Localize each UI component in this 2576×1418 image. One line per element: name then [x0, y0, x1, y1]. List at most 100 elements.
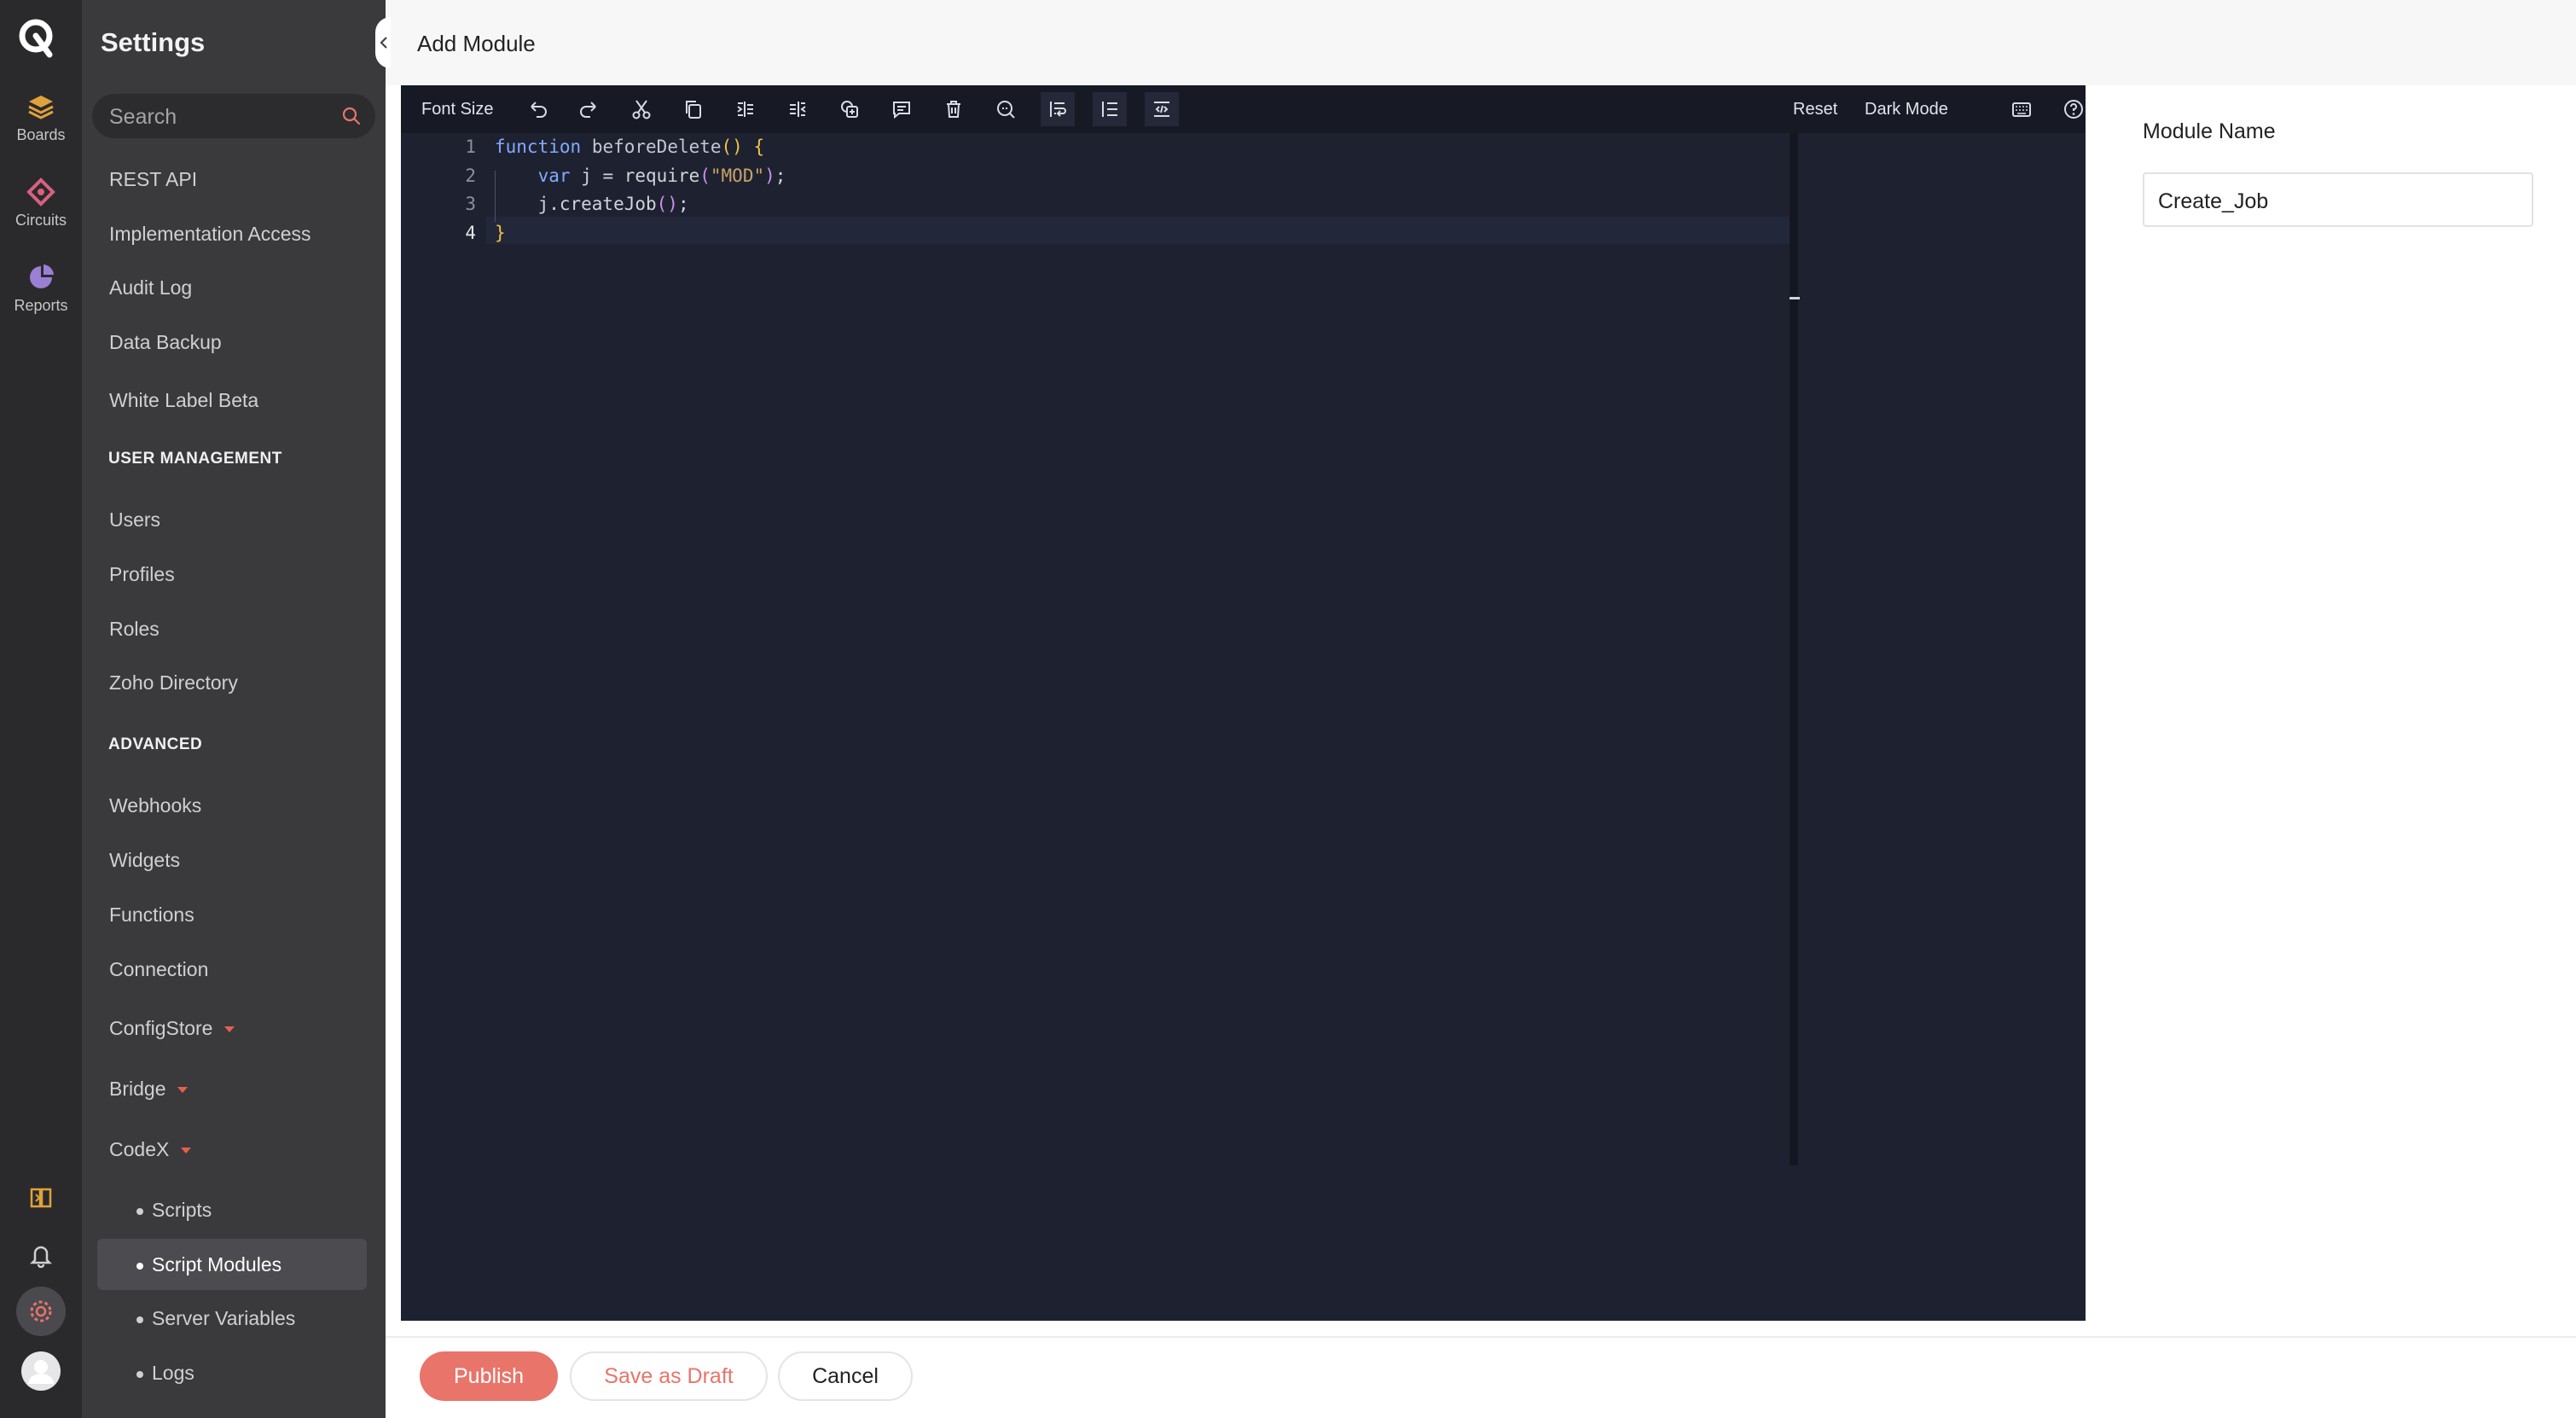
code-fold-icon[interactable]	[1145, 92, 1179, 126]
user-avatar[interactable]	[0, 1351, 82, 1391]
undo-icon[interactable]	[520, 92, 554, 126]
logs-label: Logs	[152, 1362, 194, 1384]
section-advanced: ADVANCED	[108, 735, 203, 753]
bullet-icon	[136, 1316, 143, 1323]
sidebar-item-implementation-access[interactable]: Implementation Access	[109, 223, 311, 246]
code-line-2: var j = require("MOD");	[537, 166, 786, 186]
module-name-label: Module Name	[2143, 119, 2276, 143]
reset-button[interactable]: Reset	[1793, 100, 1837, 119]
sidebar-item-bridge[interactable]: Bridge	[109, 1078, 189, 1101]
search-icon	[342, 107, 361, 125]
caret-down-icon	[224, 1026, 235, 1033]
sidebar-subitem-script-modules[interactable]: Script Modules	[136, 1253, 281, 1276]
sidebar-item-audit-log[interactable]: Audit Log	[109, 276, 192, 299]
editor-scrollbar[interactable]	[1790, 133, 1798, 1165]
delete-icon[interactable]	[937, 92, 971, 126]
line-numbers-icon[interactable]	[1093, 92, 1127, 126]
indent-icon[interactable]	[728, 92, 763, 126]
sidebar-subitem-scripts[interactable]: Scripts	[136, 1199, 212, 1222]
server-variables-label: Server Variables	[152, 1307, 296, 1329]
circuits-icon	[26, 177, 55, 206]
bullet-icon	[136, 1262, 143, 1270]
rail-item-reports[interactable]: Reports	[0, 263, 82, 315]
rail-item-circuits[interactable]: Circuits	[0, 177, 82, 230]
rail-label-circuits: Circuits	[15, 212, 67, 229]
sidebar-item-data-backup[interactable]: Data Backup	[109, 331, 222, 354]
app-logo-icon[interactable]	[15, 17, 60, 61]
module-name-field[interactable]: Create_Job	[2143, 172, 2533, 227]
section-user-management: USER MANAGEMENT	[108, 450, 282, 468]
page-title: Add Module	[417, 31, 536, 56]
copy-icon[interactable]	[676, 92, 711, 126]
scrollbar-cursor-marker	[1790, 297, 1800, 299]
line-number: 3	[465, 194, 476, 214]
caret-down-icon	[177, 1087, 189, 1094]
boards-icon	[28, 96, 54, 119]
rail-label-boards: Boards	[16, 126, 66, 143]
code-editor[interactable]: Font Size Reset Dark Mode 1 2 3 4 functi…	[401, 85, 2086, 1321]
sidebar-item-connection[interactable]: Connection	[109, 958, 208, 981]
caret-down-icon	[181, 1148, 192, 1154]
settings-sidebar: Settings Search REST API Implementation …	[82, 0, 386, 1418]
app-rail: Boards Circuits Reports	[0, 0, 82, 1418]
comment-icon[interactable]	[885, 92, 919, 126]
sidebar-item-configstore[interactable]: ConfigStore	[109, 1017, 235, 1040]
configstore-label: ConfigStore	[109, 1017, 213, 1039]
module-properties-panel	[2086, 85, 2576, 1333]
code-line-1: function beforeDelete() {	[495, 137, 765, 157]
line-number: 4	[465, 223, 476, 243]
sidebar-item-widgets[interactable]: Widgets	[109, 849, 180, 872]
top-bar	[386, 0, 2576, 85]
save-as-draft-button[interactable]: Save as Draft	[570, 1351, 768, 1401]
sidebar-subitem-server-variables[interactable]: Server Variables	[136, 1307, 295, 1330]
cancel-button[interactable]: Cancel	[778, 1351, 913, 1401]
bell-icon	[29, 1246, 53, 1268]
outdent-icon[interactable]	[780, 92, 815, 126]
editor-toolbar: Font Size Reset Dark Mode	[401, 85, 2086, 133]
cut-icon[interactable]	[624, 92, 659, 126]
sidebar-item-white-label[interactable]: White Label Beta	[109, 389, 258, 412]
current-line-highlight	[486, 217, 1791, 244]
code-area[interactable]: 1 2 3 4 function beforeDelete() { var j …	[401, 133, 2086, 1321]
scripts-label: Scripts	[152, 1199, 212, 1221]
code-line-3: j.createJob();	[495, 194, 689, 214]
collapse-sidebar-button[interactable]	[375, 17, 391, 68]
redo-icon[interactable]	[572, 92, 606, 126]
sidebar-subitem-logs[interactable]: Logs	[136, 1362, 194, 1385]
sidebar-item-profiles[interactable]: Profiles	[109, 563, 175, 586]
search-input[interactable]: Search	[92, 94, 375, 138]
script-modules-label: Script Modules	[152, 1253, 282, 1276]
codex-label: CodeX	[109, 1138, 170, 1160]
word-wrap-icon[interactable]	[1041, 92, 1075, 126]
chevron-left-icon	[380, 37, 387, 49]
sidebar-item-functions[interactable]: Functions	[109, 904, 194, 927]
code-line-4: }	[495, 223, 506, 243]
rail-label-reports: Reports	[14, 297, 68, 314]
reports-icon	[30, 264, 54, 288]
sidebar-title: Settings	[101, 27, 206, 57]
search-placeholder: Search	[109, 105, 177, 129]
bridge-label: Bridge	[109, 1078, 166, 1100]
bullet-icon	[136, 1207, 143, 1215]
line-number: 2	[465, 166, 476, 186]
book-icon	[30, 1188, 52, 1208]
line-number: 1	[465, 137, 476, 157]
publish-button[interactable]: Publish	[420, 1351, 558, 1401]
sidebar-item-roles[interactable]: Roles	[109, 618, 160, 641]
font-size-button[interactable]: Font Size	[421, 100, 493, 119]
rail-item-boards[interactable]: Boards	[0, 92, 82, 144]
sidebar-item-webhooks[interactable]: Webhooks	[109, 794, 201, 817]
find-replace-icon[interactable]	[989, 92, 1023, 126]
notifications-button[interactable]	[0, 1242, 82, 1268]
sidebar-item-zoho-directory[interactable]: Zoho Directory	[109, 671, 238, 694]
gear-icon	[30, 1300, 52, 1322]
bullet-icon	[136, 1370, 143, 1378]
settings-button[interactable]	[0, 1287, 82, 1336]
sidebar-item-users[interactable]: Users	[109, 509, 160, 532]
docs-button[interactable]	[0, 1184, 82, 1210]
keyboard-shortcuts-icon[interactable]	[2005, 92, 2039, 126]
sidebar-item-rest-api[interactable]: REST API	[109, 168, 197, 191]
sidebar-item-codex[interactable]: CodeX	[109, 1138, 192, 1161]
dark-mode-button[interactable]: Dark Mode	[1865, 100, 1948, 119]
duplicate-icon[interactable]	[833, 92, 867, 126]
